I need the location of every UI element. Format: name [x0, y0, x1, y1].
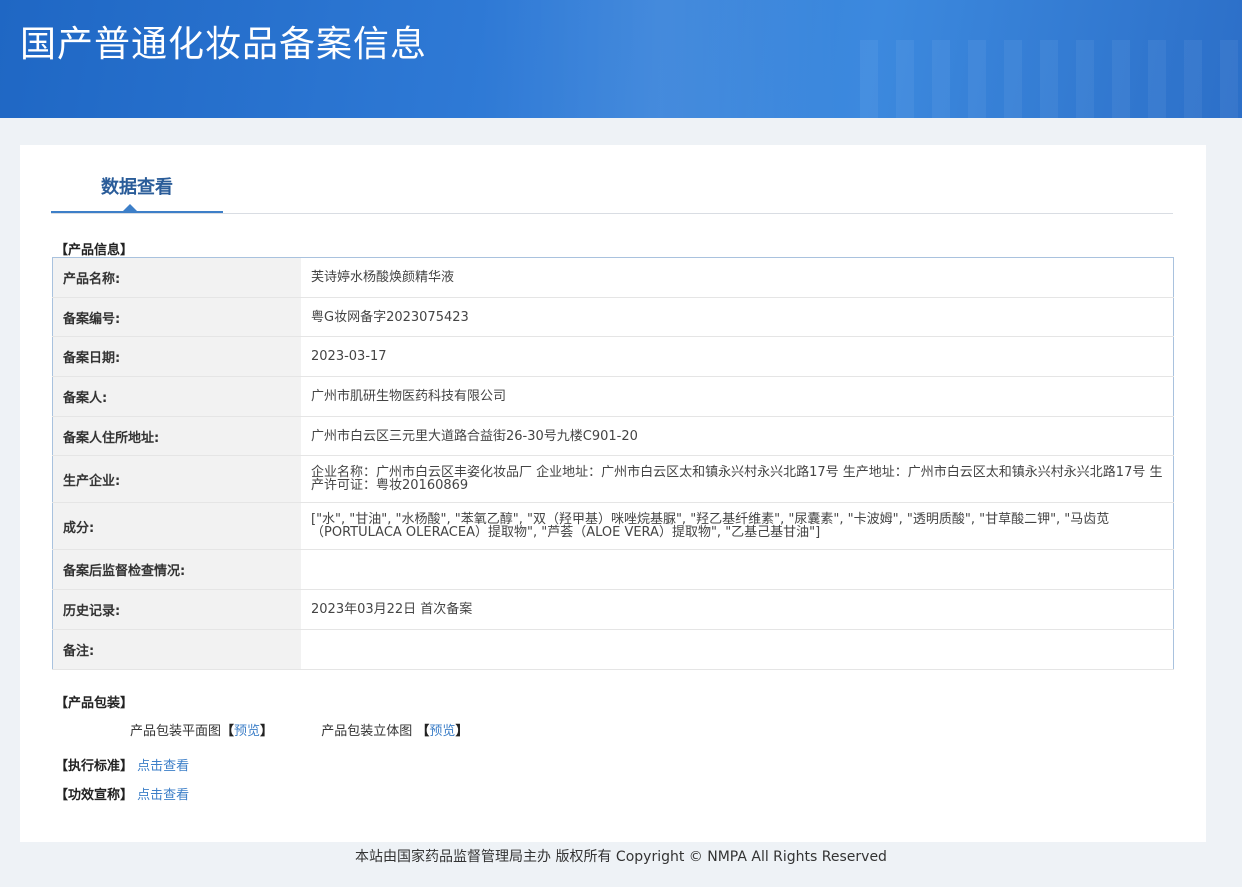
tab-data-view-label: 数据查看 [101, 177, 173, 198]
footer-copyright: 本站由国家药品监督管理局主办 版权所有 Copyright © NMPA All… [355, 849, 887, 865]
table-row: 备案人住所地址: 广州市白云区三元里大道路合益街26-30号九楼C901-20 [52, 416, 1174, 457]
table-row: 生产企业: 企业名称：广州市白云区丰姿化妆品厂 企业地址：广州市白云区太和镇永兴… [52, 455, 1174, 504]
table-row: 备案人: 广州市肌研生物医药科技有限公司 [52, 376, 1174, 417]
product-info-section-title: 【产品信息】 [55, 243, 134, 258]
table-row: 备案日期: 2023-03-17 [52, 336, 1174, 378]
row-label: 备案人: [52, 376, 301, 417]
row-label: 产品名称: [52, 257, 301, 298]
row-label: 备案日期: [52, 336, 301, 378]
tab-data-view[interactable]: 数据查看 [51, 145, 223, 213]
packaging-row: 产品包装平面图【预览】 产品包装立体图 【预览】 [130, 720, 512, 739]
standard-title: 【执行标准】 [55, 759, 134, 774]
row-label: 成分: [52, 502, 301, 551]
row-label: 备案人住所地址: [52, 416, 301, 457]
row-value [301, 629, 1174, 670]
product-info-table: 产品名称: 芙诗婷水杨酸焕颜精华液 备案编号: 粤G妆网备字2023075423… [52, 257, 1174, 670]
efficacy-view-link[interactable]: 点击查看 [137, 788, 189, 803]
tab-bar: 数据查看 [51, 145, 1173, 214]
row-label: 备案编号: [52, 297, 301, 338]
packaging-section-title: 【产品包装】 [55, 696, 134, 711]
table-row: 产品名称: 芙诗婷水杨酸焕颜精华液 [52, 257, 1174, 298]
tab-active-indicator-icon [123, 204, 137, 211]
row-value [301, 549, 1174, 591]
row-label: 生产企业: [52, 455, 301, 504]
row-value: 粤G妆网备字2023075423 [301, 297, 1174, 338]
row-value: 2023年03月22日 首次备案 [301, 589, 1174, 630]
row-value: ["水", "甘油", "水杨酸", "苯氧乙醇", "双（羟甲基）咪唑烷基脲"… [301, 502, 1174, 551]
efficacy-row: 【功效宣称】 点击查看 [55, 784, 189, 803]
standard-view-link[interactable]: 点击查看 [137, 759, 189, 774]
page-title: 国产普通化妆品备案信息 [20, 24, 428, 65]
row-value: 企业名称：广州市白云区丰姿化妆品厂 企业地址：广州市白云区太和镇永兴村永兴北路1… [301, 455, 1174, 504]
row-label: 备注: [52, 629, 301, 670]
standard-row: 【执行标准】 点击查看 [55, 755, 189, 774]
packaging-flat-preview-link[interactable]: 预览 [234, 724, 260, 739]
packaging-3d-preview-link[interactable]: 预览 [429, 724, 455, 739]
packaging-3d: 产品包装立体图 【预览】 [321, 724, 469, 739]
row-value: 广州市白云区三元里大道路合益街26-30号九楼C901-20 [301, 416, 1174, 457]
table-row: 成分: ["水", "甘油", "水杨酸", "苯氧乙醇", "双（羟甲基）咪唑… [52, 502, 1174, 551]
packaging-flat: 产品包装平面图【预览】 [130, 724, 274, 739]
row-label: 备案后监督检查情况: [52, 549, 301, 591]
header-decoration [480, 0, 840, 118]
table-row: 备案编号: 粤G妆网备字2023075423 [52, 297, 1174, 338]
packaging-flat-label: 产品包装平面图 [130, 724, 222, 739]
efficacy-title: 【功效宣称】 [55, 788, 134, 803]
page-header: 国产普通化妆品备案信息 [0, 0, 1242, 118]
row-value: 广州市肌研生物医药科技有限公司 [301, 376, 1174, 417]
table-row: 历史记录: 2023年03月22日 首次备案 [52, 589, 1174, 630]
row-label: 历史记录: [52, 589, 301, 630]
table-row: 备案后监督检查情况: [52, 549, 1174, 591]
row-value: 芙诗婷水杨酸焕颜精华液 [301, 257, 1174, 298]
packaging-3d-label: 产品包装立体图 [321, 724, 413, 739]
table-row: 备注: [52, 629, 1174, 670]
row-value: 2023-03-17 [301, 336, 1174, 378]
content-card: 数据查看 【产品信息】 产品名称: 芙诗婷水杨酸焕颜精华液 备案编号: 粤G妆网… [20, 145, 1206, 842]
header-decoration-stripes [860, 40, 1240, 118]
